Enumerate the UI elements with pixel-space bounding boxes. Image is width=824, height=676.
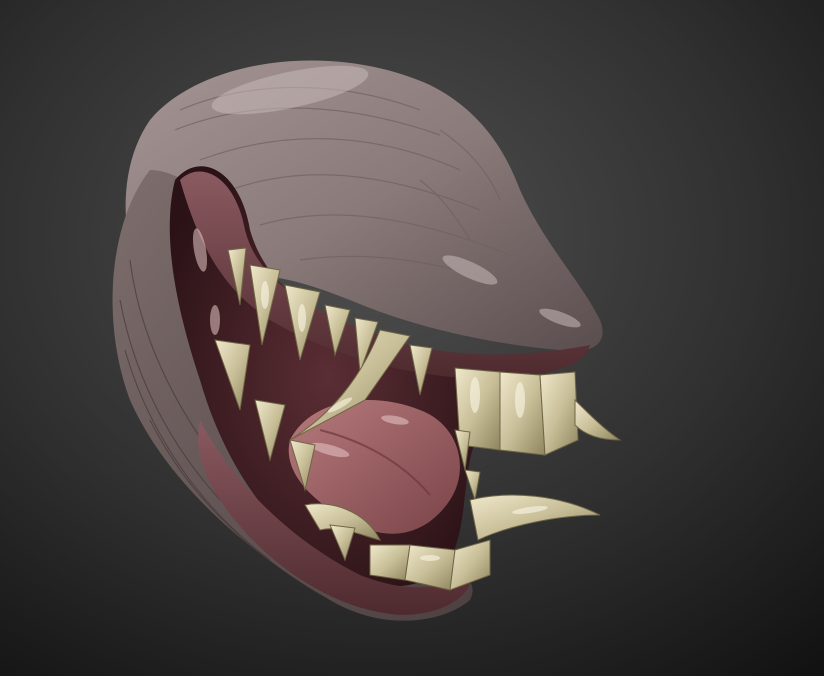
front-tooth [369, 544, 411, 581]
sculpt-viewport [0, 0, 824, 676]
creature-head-render [0, 0, 824, 676]
front-tooth [539, 371, 579, 456]
